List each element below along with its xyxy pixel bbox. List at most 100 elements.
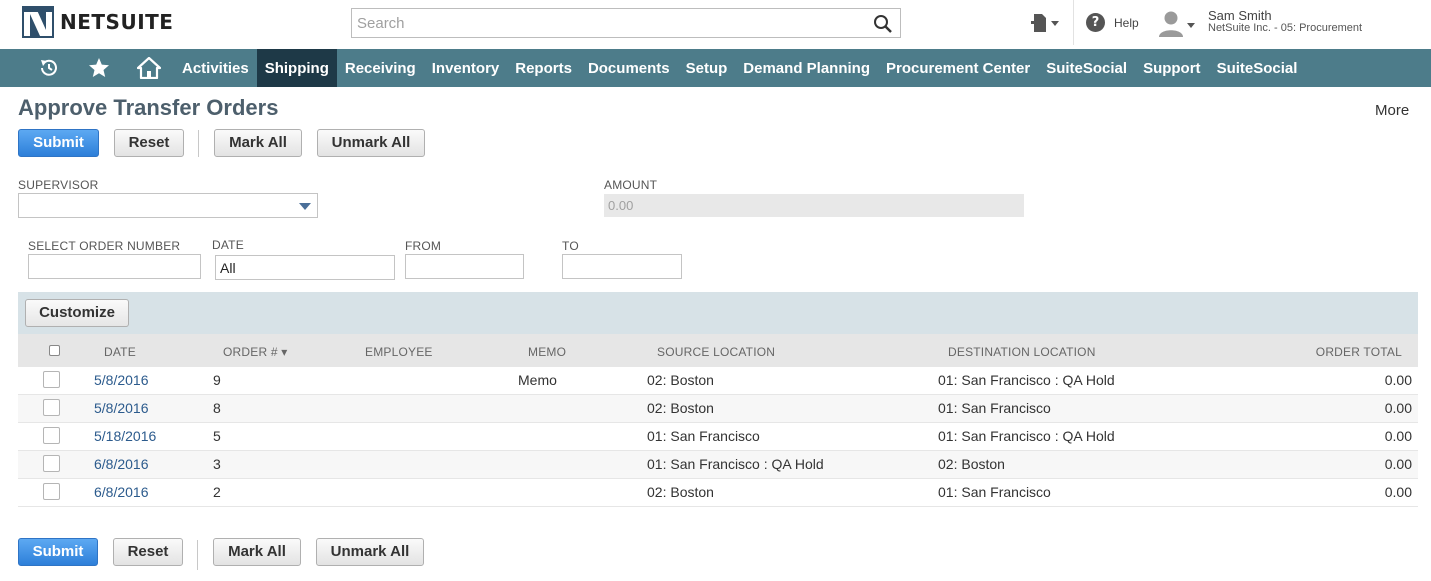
amount-value: 0.00 xyxy=(604,194,1024,217)
row-destination-location: 02: Boston xyxy=(938,456,1005,472)
nav-documents[interactable]: Documents xyxy=(580,49,678,87)
supervisor-label: SUPERVISOR xyxy=(18,178,99,192)
table-body: 5/8/2016 9 Memo 02: Boston 01: San Franc… xyxy=(18,367,1418,507)
column-order-number[interactable]: ORDER # ▾ xyxy=(223,345,288,359)
table-row: 5/8/2016 8 02: Boston 01: San Francisco … xyxy=(18,395,1418,423)
unmark-all-button[interactable]: Unmark All xyxy=(317,129,425,157)
order-number-field[interactable] xyxy=(28,254,201,279)
row-order-number: 9 xyxy=(213,372,221,388)
table-row: 5/18/2016 5 01: San Francisco 01: San Fr… xyxy=(18,423,1418,451)
column-employee[interactable]: EMPLOYEE xyxy=(365,345,433,359)
row-checkbox[interactable] xyxy=(43,455,60,472)
user-menu[interactable]: Sam Smith NetSuite Inc. - 05: Procuremen… xyxy=(1158,8,1363,38)
row-destination-location: 01: San Francisco : QA Hold xyxy=(938,428,1115,444)
row-date-link[interactable]: 5/18/2016 xyxy=(94,428,156,444)
reset-button[interactable]: Reset xyxy=(114,129,184,157)
row-source-location: 01: San Francisco : QA Hold xyxy=(647,456,824,472)
column-source-location[interactable]: SOURCE LOCATION xyxy=(657,345,775,359)
button-divider-bottom xyxy=(197,540,198,570)
nav-suitesocial-2[interactable]: SuiteSocial xyxy=(1209,49,1306,87)
nav-shipping[interactable]: Shipping xyxy=(256,49,337,87)
main-navigation: Activities Shipping Receiving Inventory … xyxy=(0,49,1431,87)
row-source-location: 02: Boston xyxy=(647,484,714,500)
search-icon[interactable] xyxy=(873,14,893,34)
nav-reports[interactable]: Reports xyxy=(507,49,580,87)
from-date-field[interactable] xyxy=(405,254,524,279)
row-order-number: 5 xyxy=(213,428,221,444)
mark-all-button-bottom[interactable]: Mark All xyxy=(213,538,301,566)
table-row: 5/8/2016 9 Memo 02: Boston 01: San Franc… xyxy=(18,367,1418,395)
row-source-location: 01: San Francisco xyxy=(647,428,760,444)
row-order-number: 2 xyxy=(213,484,221,500)
row-destination-location: 01: San Francisco xyxy=(938,484,1051,500)
row-checkbox[interactable] xyxy=(43,427,60,444)
table-row: 6/8/2016 3 01: San Francisco : QA Hold 0… xyxy=(18,451,1418,479)
create-new-icon[interactable] xyxy=(1031,12,1063,34)
row-checkbox[interactable] xyxy=(43,399,60,416)
submit-button-bottom[interactable]: Submit xyxy=(18,538,98,566)
select-order-number-label: SELECT ORDER NUMBER xyxy=(28,239,181,253)
to-date-field[interactable] xyxy=(562,254,682,279)
supervisor-select[interactable] xyxy=(18,193,318,218)
date-label: DATE xyxy=(212,238,244,252)
row-order-total: 0.00 xyxy=(1384,400,1412,416)
table-header: DATE ORDER # ▾ EMPLOYEE MEMO SOURCE LOCA… xyxy=(18,334,1418,367)
customize-button[interactable]: Customize xyxy=(25,299,129,327)
recent-records-icon[interactable] xyxy=(24,49,74,87)
row-order-total: 0.00 xyxy=(1384,428,1412,444)
nav-receiving[interactable]: Receiving xyxy=(337,49,424,87)
netsuite-logo[interactable]: NETSUITE xyxy=(22,6,173,38)
search-input[interactable] xyxy=(352,9,852,37)
page-title: Approve Transfer Orders xyxy=(18,95,279,120)
row-order-number: 3 xyxy=(213,456,221,472)
amount-label: AMOUNT xyxy=(604,178,658,192)
table-row: 6/8/2016 2 02: Boston 01: San Francisco … xyxy=(18,479,1418,507)
nav-suitesocial[interactable]: SuiteSocial xyxy=(1038,49,1135,87)
row-order-total: 0.00 xyxy=(1384,456,1412,472)
chevron-down-icon[interactable] xyxy=(299,203,311,210)
row-date-link[interactable]: 6/8/2016 xyxy=(94,484,149,500)
column-order-total[interactable]: ORDER TOTAL xyxy=(1316,345,1402,359)
netsuite-logo-icon xyxy=(22,6,54,38)
top-header: NETSUITE ? Help Sam Smith NetSuit xyxy=(0,0,1431,49)
row-order-total: 0.00 xyxy=(1384,484,1412,500)
nav-procurement-center[interactable]: Procurement Center xyxy=(878,49,1038,87)
column-date[interactable]: DATE xyxy=(104,345,136,359)
row-date-link[interactable]: 6/8/2016 xyxy=(94,456,149,472)
help-icon: ? xyxy=(1086,13,1105,32)
logo-text: NETSUITE xyxy=(60,10,174,34)
home-icon[interactable] xyxy=(124,49,174,87)
row-order-total: 0.00 xyxy=(1384,372,1412,388)
row-memo: Memo xyxy=(518,372,557,388)
avatar xyxy=(1158,10,1196,38)
date-field[interactable] xyxy=(215,255,395,280)
user-role: NetSuite Inc. - 05: Procurement xyxy=(1208,22,1363,34)
help-link[interactable]: ? Help xyxy=(1086,13,1139,32)
favorites-star-icon[interactable] xyxy=(74,49,124,87)
nav-activities[interactable]: Activities xyxy=(174,49,257,87)
user-name: Sam Smith xyxy=(1208,8,1272,23)
mark-all-button[interactable]: Mark All xyxy=(214,129,302,157)
from-label: FROM xyxy=(405,239,442,253)
row-date-link[interactable]: 5/8/2016 xyxy=(94,400,149,416)
reset-button-bottom[interactable]: Reset xyxy=(113,538,183,566)
column-memo[interactable]: MEMO xyxy=(528,345,566,359)
to-label: TO xyxy=(562,239,579,253)
submit-button[interactable]: Submit xyxy=(18,129,99,157)
row-destination-location: 01: San Francisco : QA Hold xyxy=(938,372,1115,388)
nav-inventory[interactable]: Inventory xyxy=(424,49,508,87)
nav-demand-planning[interactable]: Demand Planning xyxy=(735,49,878,87)
unmark-all-button-bottom[interactable]: Unmark All xyxy=(316,538,424,566)
column-destination-location[interactable]: DESTINATION LOCATION xyxy=(948,345,1096,359)
row-date-link[interactable]: 5/8/2016 xyxy=(94,372,149,388)
row-checkbox[interactable] xyxy=(43,483,60,500)
row-destination-location: 01: San Francisco xyxy=(938,400,1051,416)
nav-support[interactable]: Support xyxy=(1135,49,1209,87)
row-checkbox[interactable] xyxy=(43,371,60,388)
nav-setup[interactable]: Setup xyxy=(678,49,736,87)
more-link[interactable]: More xyxy=(1375,102,1409,119)
button-divider xyxy=(198,130,199,157)
sublist-toolbar: Customize xyxy=(18,292,1418,334)
header-divider xyxy=(1073,0,1074,45)
select-all-checkbox[interactable] xyxy=(49,345,60,356)
